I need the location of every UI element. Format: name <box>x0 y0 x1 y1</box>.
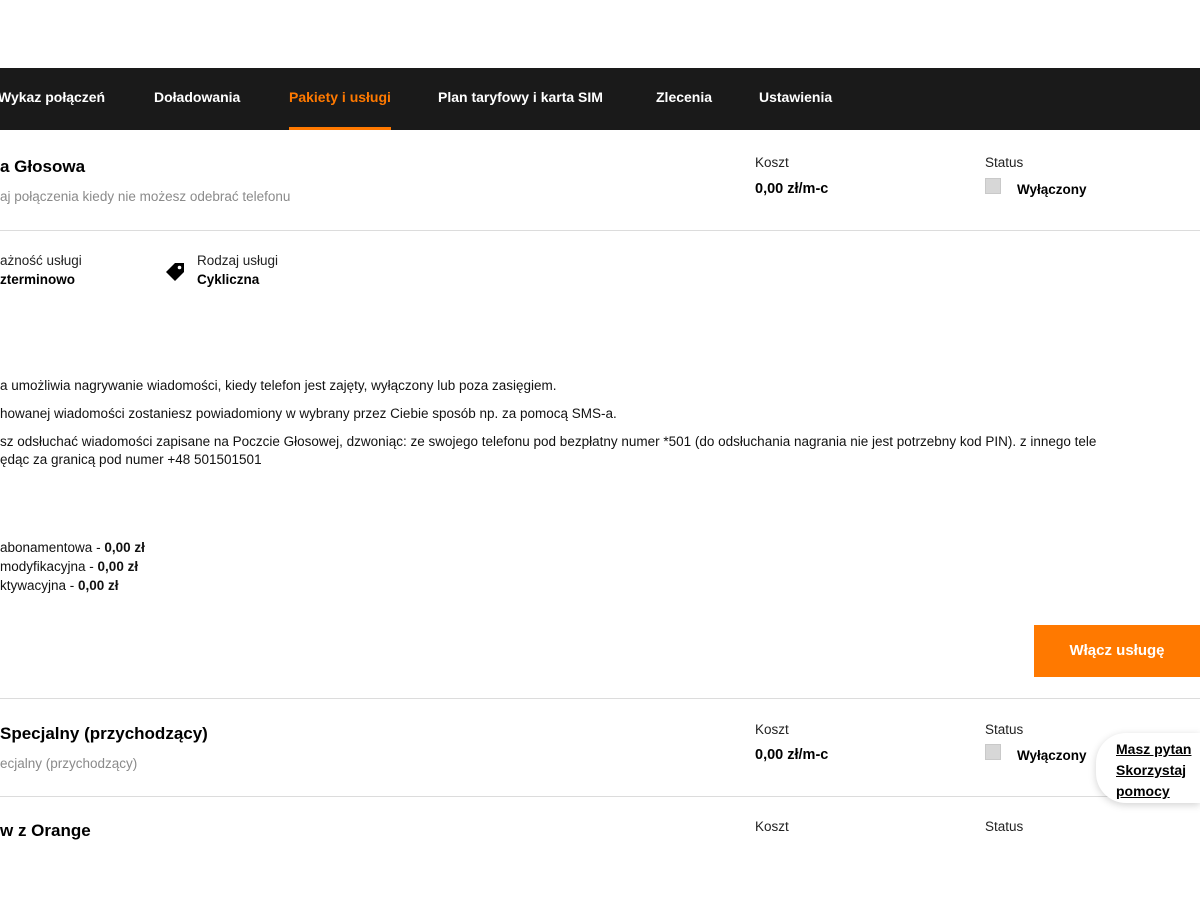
fee-label: abonamentowa - <box>0 540 105 555</box>
tab-orders[interactable]: Zlecenia <box>656 68 712 130</box>
tab-packages-services[interactable]: Pakiety i usługi <box>289 68 391 130</box>
main-nav: Wykaz połączeń Doładowania Pakiety i usł… <box>0 68 1200 130</box>
service-type-label: Rodzaj usługi <box>197 253 279 268</box>
description-line: ędąc za granicą pod numer +48 501501501 <box>0 452 262 467</box>
service-title[interactable]: w z Orange <box>0 821 91 841</box>
validity-label: ażność usługi <box>0 253 82 268</box>
fee-value: 0,00 zł <box>78 578 119 593</box>
divider <box>0 698 1200 699</box>
fee-modification: modyfikacyjna - 0,00 zł <box>0 559 138 574</box>
service-subtitle: ecjalny (przychodzący) <box>0 756 138 771</box>
status-indicator <box>985 744 1001 760</box>
status-label: Status <box>985 722 1024 737</box>
tab-settings[interactable]: Ustawienia <box>759 68 832 130</box>
tag-icon <box>164 261 186 283</box>
fee-value: 0,00 zł <box>97 559 139 574</box>
divider <box>0 230 1200 231</box>
status-label: Status <box>985 155 1024 170</box>
service-title[interactable]: a Głosowa <box>0 157 85 177</box>
fee-label: ktywacyjna - <box>0 578 79 593</box>
description-line: a umożliwia nagrywanie wiadomości, kiedy… <box>0 378 557 393</box>
tab-top-ups[interactable]: Doładowania <box>154 68 240 130</box>
fee-subscription: abonamentowa - 0,00 zł <box>0 540 145 555</box>
divider <box>0 796 1200 797</box>
status-value: Wyłączony <box>1017 182 1087 197</box>
fee-activation: ktywacyjna - 0,00 zł <box>0 578 119 593</box>
status-value: Wyłączony <box>1017 748 1087 763</box>
service-subtitle: aj połączenia kiedy nie możesz odebrać t… <box>0 189 291 204</box>
help-line[interactable]: Masz pytan <box>1116 741 1191 757</box>
cost-label: Koszt <box>755 722 789 737</box>
service-title[interactable]: Specjalny (przychodzący) <box>0 724 208 744</box>
status-label: Status <box>985 819 1024 834</box>
tab-call-history[interactable]: Wykaz połączeń <box>0 68 105 130</box>
fee-label: modyfikacyjna - <box>0 559 98 574</box>
status-indicator <box>985 178 1001 194</box>
enable-service-button[interactable]: Włącz usługę <box>1034 625 1200 677</box>
fee-value: 0,00 zł <box>104 540 145 555</box>
help-widget[interactable]: Masz pytan Skorzystaj pomocy <box>1096 733 1200 803</box>
help-line[interactable]: pomocy <box>1116 783 1170 799</box>
description-line: howanej wiadomości zostaniesz powiadomio… <box>0 406 617 421</box>
tab-tariff-sim[interactable]: Plan taryfowy i karta SIM <box>438 68 603 130</box>
description-line: sz odsłuchać wiadomości zapisane na Pocz… <box>0 434 1097 449</box>
service-type-value: Cykliczna <box>197 272 260 287</box>
cost-value: 0,00 zł/m-c <box>755 747 829 763</box>
cost-label: Koszt <box>755 155 789 170</box>
cost-value: 0,00 zł/m-c <box>755 181 829 197</box>
help-line[interactable]: Skorzystaj <box>1116 762 1186 778</box>
cost-label: Koszt <box>755 819 789 834</box>
validity-value: zterminowo <box>0 272 76 287</box>
